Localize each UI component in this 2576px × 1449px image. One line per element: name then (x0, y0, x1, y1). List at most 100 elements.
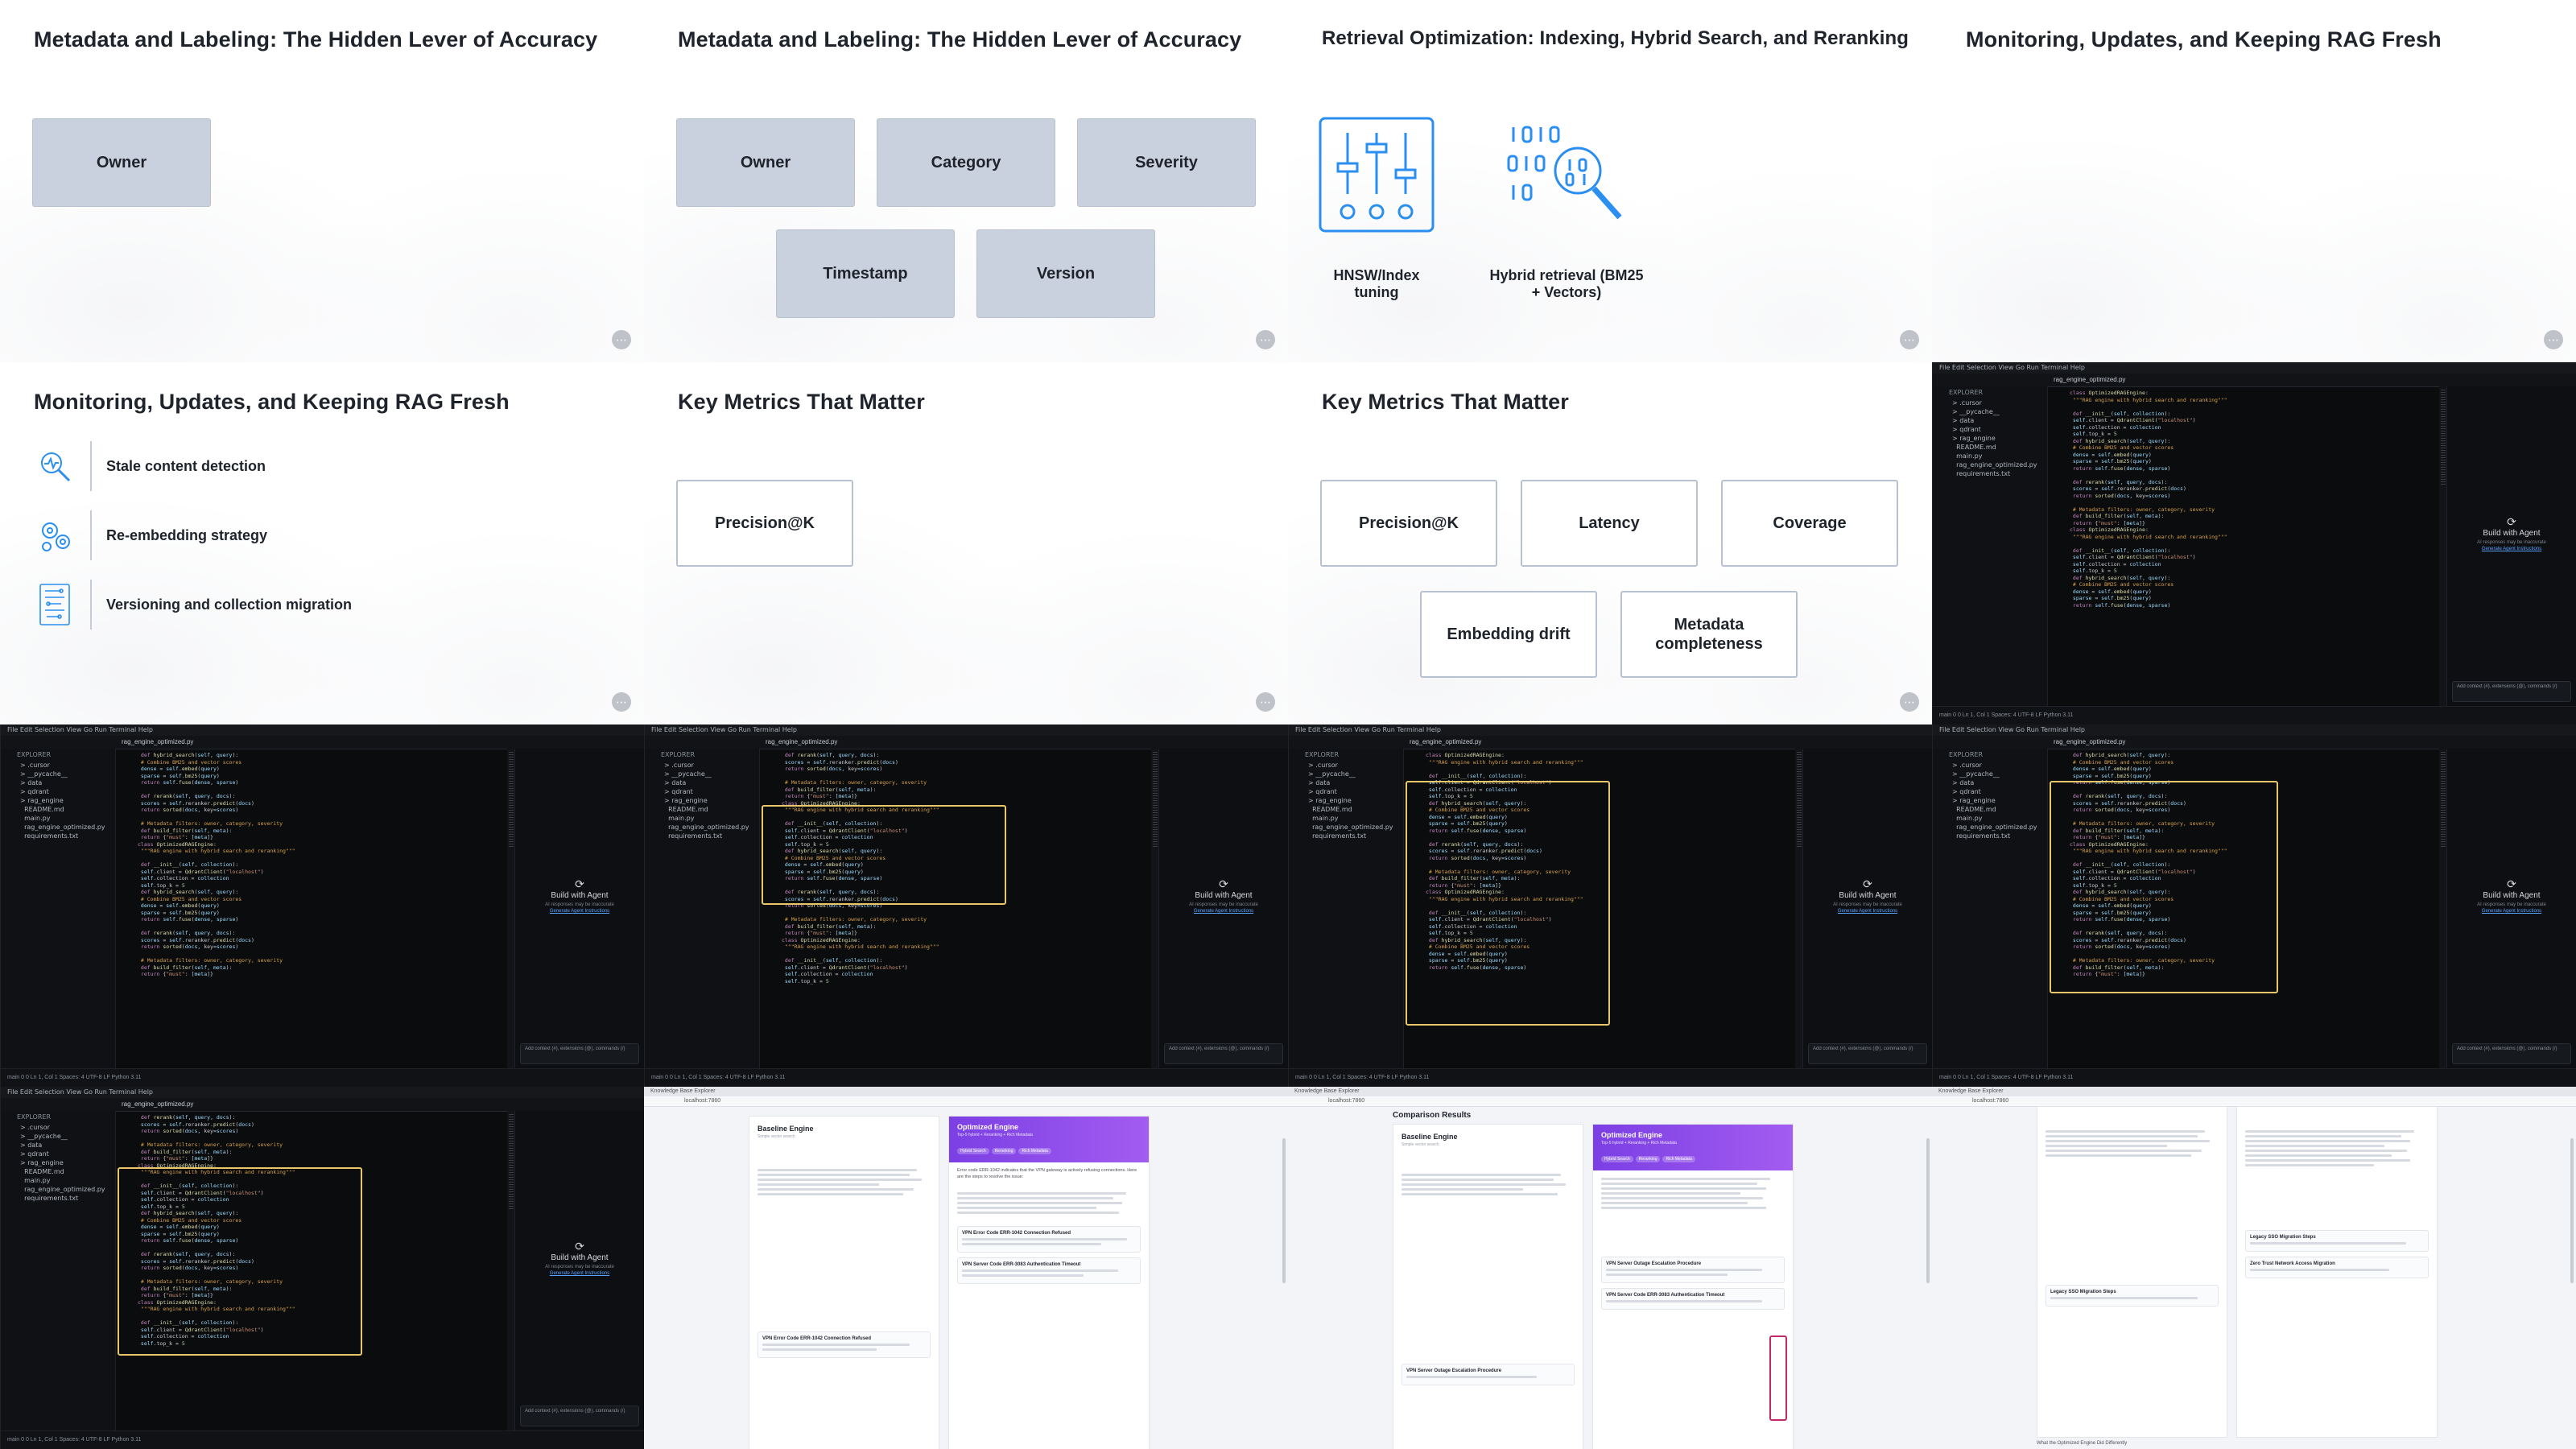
agent-link[interactable]: Generate Agent Instructions (2447, 547, 2576, 551)
agent-link[interactable]: Generate Agent Instructions (1803, 909, 1932, 914)
browser-tab[interactable]: Knowledge Base Explorer (1288, 1087, 1932, 1096)
explorer-item[interactable]: main.py (1944, 452, 2047, 460)
explorer-item[interactable]: > data (12, 1141, 115, 1150)
explorer-item[interactable]: > data (1944, 778, 2047, 787)
explorer-item[interactable]: > rag_engine (1944, 796, 2047, 805)
explorer-item[interactable]: rag_engine_optimized.py (1300, 823, 1403, 832)
agent-link[interactable]: Generate Agent Instructions (515, 909, 644, 914)
ide-tab[interactable]: rag_engine_optimized.py (645, 736, 1288, 749)
agent-input[interactable]: Add context (#), extensions (@), command… (2452, 1043, 2571, 1064)
slide-menu-icon[interactable]: ⋯ (2544, 330, 2563, 349)
explorer-item[interactable]: > .cursor (656, 761, 759, 770)
explorer-item[interactable]: > qdrant (1944, 425, 2047, 434)
agent-link[interactable]: Generate Agent Instructions (1159, 909, 1288, 914)
explorer-item[interactable]: requirements.txt (1300, 832, 1403, 840)
explorer-item[interactable]: > .cursor (1300, 761, 1403, 770)
explorer-item[interactable]: > rag_engine (656, 796, 759, 805)
agent-input[interactable]: Add context (#), extensions (@), command… (2452, 681, 2571, 702)
explorer-item[interactable]: > .cursor (1944, 761, 2047, 770)
explorer-item[interactable]: > data (1300, 778, 1403, 787)
code-editor[interactable]: 112class OptimizedRAGEngine:113 """RAG e… (1403, 749, 1795, 1069)
explorer-item[interactable]: main.py (12, 814, 115, 823)
explorer-item[interactable]: > .cursor (1944, 398, 2047, 407)
slide-menu-icon[interactable]: ⋯ (612, 330, 631, 349)
agent-input[interactable]: Add context (#), extensions (@), command… (1164, 1043, 1283, 1064)
ide-tab[interactable]: rag_engine_optimized.py (1, 736, 644, 749)
explorer-item[interactable]: > __pycache__ (12, 770, 115, 778)
explorer-item[interactable]: requirements.txt (12, 1194, 115, 1203)
explorer-item[interactable]: main.py (12, 1176, 115, 1185)
activity-bar[interactable] (1933, 386, 1945, 707)
slide-menu-icon[interactable]: ⋯ (1256, 330, 1275, 349)
explorer-item[interactable]: > qdrant (1944, 787, 2047, 796)
explorer-item[interactable]: rag_engine_optimized.py (1944, 823, 2047, 832)
explorer-item[interactable]: README.md (12, 805, 115, 814)
explorer-item[interactable]: rag_engine_optimized.py (1944, 460, 2047, 469)
explorer-item[interactable]: > __pycache__ (1300, 770, 1403, 778)
explorer-item[interactable]: README.md (12, 1167, 115, 1176)
slide-menu-icon[interactable]: ⋯ (612, 692, 631, 712)
agent-input[interactable]: Add context (#), extensions (@), command… (520, 1406, 639, 1426)
ide-menubar[interactable]: File Edit Selection View Go Run Terminal… (1933, 362, 2576, 374)
agent-link[interactable]: Generate Agent Instructions (2447, 909, 2576, 914)
explorer-item[interactable]: README.md (1300, 805, 1403, 814)
code-editor[interactable]: 186 def rerank(self, query, docs):187 sc… (115, 1111, 507, 1431)
code-editor[interactable]: 38 def hybrid_search(self, query):39 # C… (115, 749, 507, 1069)
explorer-item[interactable]: > rag_engine (12, 796, 115, 805)
ide-menubar[interactable]: File Edit Selection View Go Run Terminal… (645, 724, 1288, 736)
scrollbar[interactable] (1926, 1138, 1930, 1283)
agent-link[interactable]: Generate Agent Instructions (515, 1271, 644, 1276)
explorer-item[interactable]: main.py (1300, 814, 1403, 823)
code-editor[interactable]: 75 def rerank(self, query, docs):76 scor… (759, 749, 1151, 1069)
explorer-item[interactable]: README.md (1944, 443, 2047, 452)
explorer-item[interactable]: > data (656, 778, 759, 787)
explorer-item[interactable]: > qdrant (12, 1150, 115, 1158)
explorer-item[interactable]: requirements.txt (656, 832, 759, 840)
activity-bar[interactable] (1, 749, 13, 1069)
explorer-item[interactable]: > data (1944, 416, 2047, 425)
explorer-item[interactable]: rag_engine_optimized.py (12, 823, 115, 832)
activity-bar[interactable] (1933, 749, 1945, 1069)
scrollbar[interactable] (2570, 1138, 2574, 1283)
ide-menubar[interactable]: File Edit Selection View Go Run Terminal… (1, 724, 644, 736)
ide-menubar[interactable]: File Edit Selection View Go Run Terminal… (1, 1087, 644, 1098)
explorer-item[interactable]: > .cursor (12, 761, 115, 770)
explorer-item[interactable]: README.md (1944, 805, 2047, 814)
explorer-item[interactable]: > __pycache__ (1944, 407, 2047, 416)
ide-tab[interactable]: rag_engine_optimized.py (1289, 736, 1932, 749)
explorer-item[interactable]: > __pycache__ (656, 770, 759, 778)
explorer-item[interactable]: rag_engine_optimized.py (656, 823, 759, 832)
explorer-item[interactable]: README.md (656, 805, 759, 814)
scrollbar[interactable] (1282, 1138, 1286, 1283)
agent-input[interactable]: Add context (#), extensions (@), command… (1808, 1043, 1927, 1064)
explorer-item[interactable]: > rag_engine (1944, 434, 2047, 443)
explorer-item[interactable]: main.py (1944, 814, 2047, 823)
explorer-item[interactable]: > data (12, 778, 115, 787)
slide-menu-icon[interactable]: ⋯ (1256, 692, 1275, 712)
explorer-item[interactable]: main.py (656, 814, 759, 823)
explorer-item[interactable]: > qdrant (656, 787, 759, 796)
ide-tab[interactable]: rag_engine_optimized.py (1, 1098, 644, 1112)
code-editor[interactable]: 149 def hybrid_search(self, query):150 #… (2047, 749, 2439, 1069)
slide-menu-icon[interactable]: ⋯ (1900, 330, 1919, 349)
explorer-item[interactable]: requirements.txt (1944, 469, 2047, 478)
ide-tab[interactable]: rag_engine_optimized.py (1933, 736, 2576, 749)
activity-bar[interactable] (645, 749, 657, 1069)
explorer-item[interactable]: > rag_engine (1300, 796, 1403, 805)
activity-bar[interactable] (1, 1111, 13, 1431)
agent-input[interactable]: Add context (#), extensions (@), command… (520, 1043, 639, 1064)
explorer-item[interactable]: > rag_engine (12, 1158, 115, 1167)
ide-menubar[interactable]: File Edit Selection View Go Run Terminal… (1289, 724, 1932, 736)
explorer-item[interactable]: > .cursor (12, 1123, 115, 1132)
explorer-item[interactable]: rag_engine_optimized.py (12, 1185, 115, 1194)
ide-tab[interactable]: rag_engine_optimized.py (1933, 374, 2576, 387)
browser-tab[interactable]: Knowledge Base Explorer (1932, 1087, 2576, 1096)
code-editor[interactable]: 1class OptimizedRAGEngine:2 """RAG engin… (2047, 386, 2439, 707)
explorer-item[interactable]: > qdrant (12, 787, 115, 796)
browser-tab[interactable]: Knowledge Base Explorer (644, 1087, 1288, 1096)
explorer-item[interactable]: > qdrant (1300, 787, 1403, 796)
slide-menu-icon[interactable]: ⋯ (1900, 692, 1919, 712)
ide-menubar[interactable]: File Edit Selection View Go Run Terminal… (1933, 724, 2576, 736)
explorer-item[interactable]: > __pycache__ (1944, 770, 2047, 778)
explorer-item[interactable]: requirements.txt (12, 832, 115, 840)
